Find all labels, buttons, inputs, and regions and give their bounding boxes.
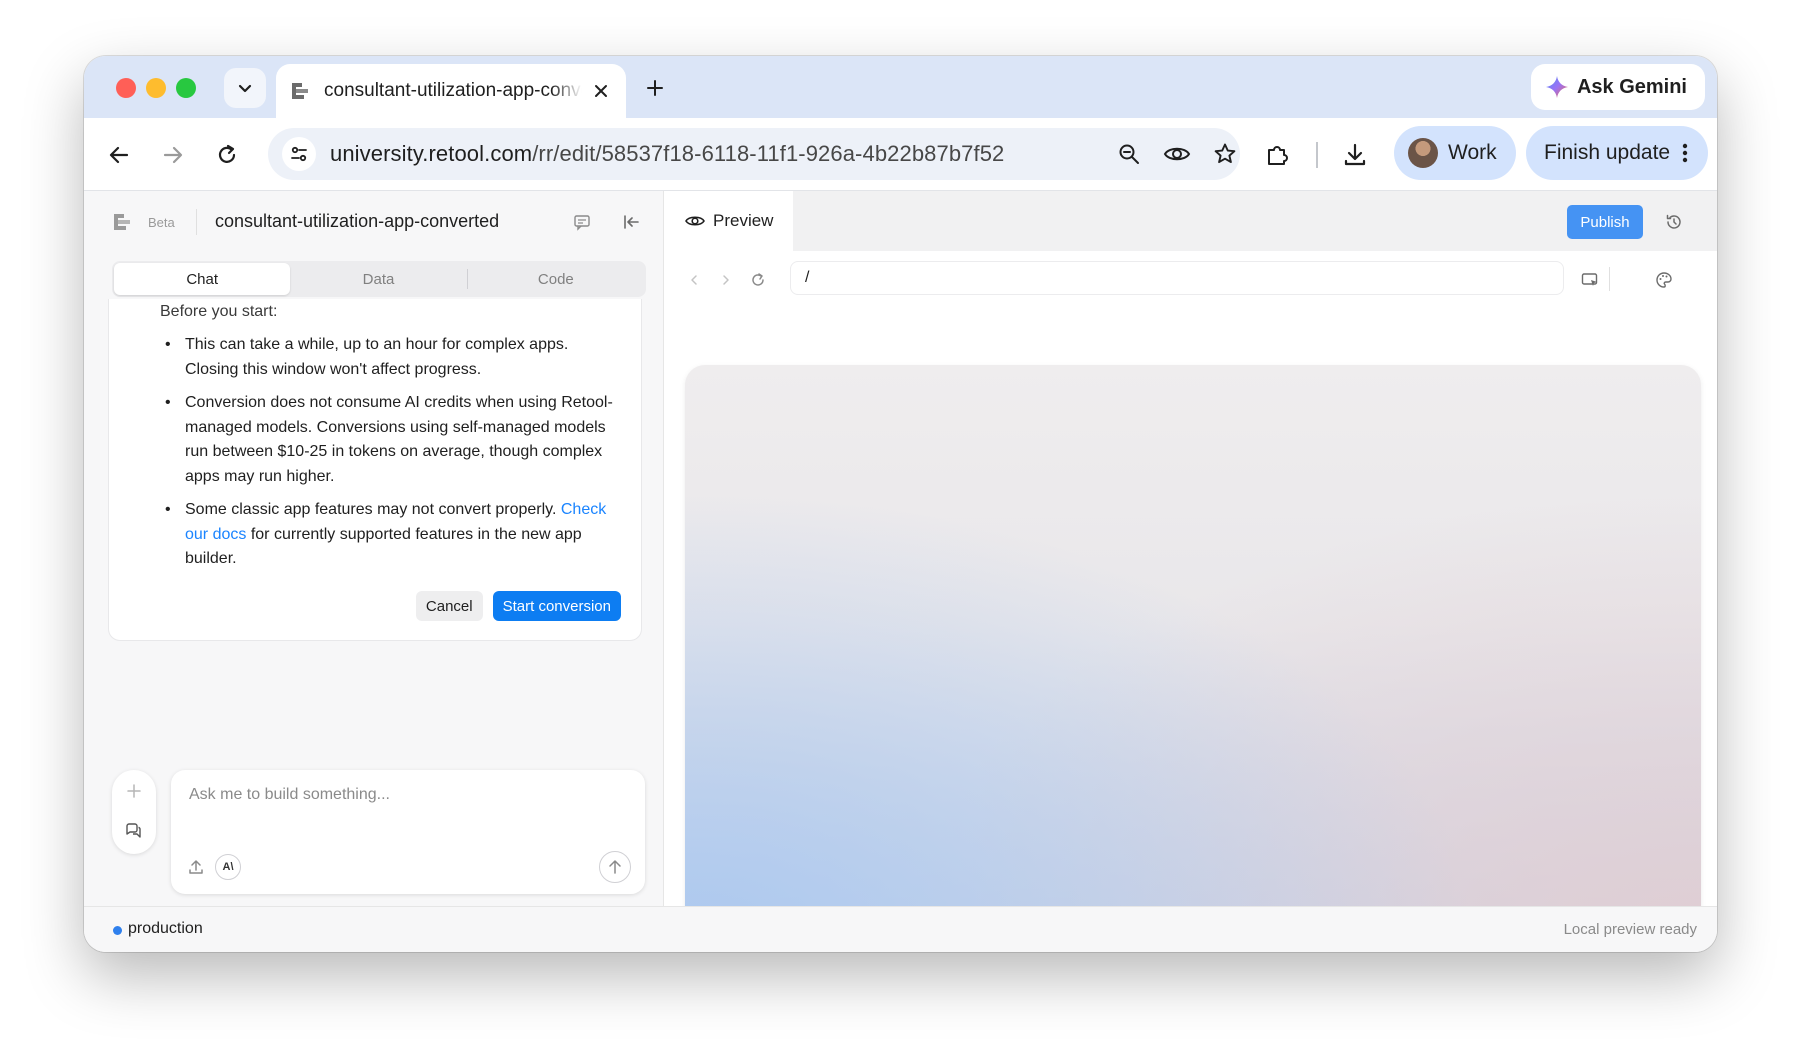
tab-preview[interactable]: Preview (665, 191, 793, 251)
ask-gemini-label: Ask Gemini (1576, 75, 1687, 98)
tab-search-button[interactable] (224, 68, 266, 108)
environment-status-dot (113, 926, 122, 935)
tab-title: consultant-utilization-app-converted (324, 80, 582, 101)
list-item-text: Some classic app features may not conver… (185, 501, 561, 518)
url-text: university.retool.com/rr/edit/58537f18-6… (330, 141, 1004, 167)
new-tab-icon[interactable] (642, 75, 668, 101)
eye-icon (685, 216, 705, 226)
preview-address-row: / (665, 251, 1717, 309)
retool-app: Beta consultant-utilization-app-converte… (84, 191, 1717, 952)
list-item: Conversion does not consume AI credits w… (161, 391, 621, 489)
composer-side-tools (112, 770, 156, 854)
card-heading: Before you start: (160, 303, 278, 320)
browser-toolbar: university.retool.com/rr/edit/58537f18-6… (84, 118, 1717, 191)
list-item: Some classic app features may not conver… (161, 498, 621, 572)
publish-button[interactable]: Publish (1567, 205, 1643, 239)
toolbar-separator (1316, 142, 1318, 168)
tab-chat[interactable]: Chat (114, 263, 291, 295)
send-arrow-icon[interactable] (599, 851, 631, 883)
address-bar[interactable]: university.retool.com/rr/edit/58537f18-6… (268, 128, 1240, 180)
extensions-puzzle-icon[interactable] (1262, 140, 1292, 170)
preview-tab-label: Preview (713, 211, 774, 230)
profile-label: Work (1448, 141, 1497, 164)
profile-button[interactable]: Work (1394, 126, 1516, 180)
preview-canvas[interactable] (685, 365, 1701, 942)
chat-composer[interactable]: Ask me to build something... A\ (171, 770, 645, 894)
upload-icon[interactable] (183, 854, 209, 880)
assistant-panel: Beta consultant-utilization-app-converte… (84, 191, 664, 906)
theme-palette-icon[interactable] (1655, 271, 1673, 289)
tab-data[interactable]: Data (290, 263, 466, 295)
preview-path-value: / (805, 269, 810, 286)
preview-back-icon[interactable] (685, 271, 703, 289)
preview-status-text: Local preview ready (1563, 921, 1697, 938)
minimize-window-button[interactable] (146, 78, 166, 98)
tab-code[interactable]: Code (468, 263, 644, 295)
environment-label[interactable]: production (128, 920, 203, 938)
bookmark-star-icon[interactable] (1210, 139, 1240, 169)
maximize-window-button[interactable] (176, 78, 196, 98)
preview-reload-icon[interactable] (749, 271, 767, 289)
url-host: university.retool.com (330, 141, 533, 166)
finish-update-label: Finish update (1544, 141, 1671, 164)
eye-icon[interactable] (1162, 139, 1192, 169)
gemini-sparkle-icon (1545, 76, 1568, 98)
model-selector-icon[interactable]: A\ (215, 854, 241, 880)
zoom-icon[interactable] (1114, 139, 1144, 169)
status-bar: production Local preview ready (84, 906, 1717, 952)
list-item: This can take a while, up to an hour for… (161, 333, 621, 382)
comment-icon[interactable] (571, 211, 593, 233)
close-tab-icon[interactable] (590, 80, 612, 102)
retool-favicon-icon (292, 83, 308, 99)
download-icon[interactable] (1340, 140, 1370, 170)
panel-tabs: Chat Data Code (112, 261, 646, 297)
more-vertical-icon (1682, 143, 1688, 163)
site-info-icon[interactable] (282, 137, 316, 171)
app-name: consultant-utilization-app-converted (215, 211, 500, 231)
start-conversion-button[interactable]: Start conversion (492, 591, 621, 621)
header-divider (196, 209, 197, 235)
cancel-button[interactable]: Cancel (415, 591, 483, 621)
close-window-button[interactable] (116, 78, 136, 98)
preview-header: Preview Publish (665, 191, 1717, 251)
inspect-icon[interactable] (1581, 271, 1599, 289)
history-icon[interactable] (1663, 211, 1685, 233)
finish-update-button[interactable]: Finish update (1526, 126, 1708, 180)
chat-history-icon[interactable] (123, 820, 145, 842)
card-actions: Cancel Start conversion (415, 591, 621, 621)
retool-logo-icon (114, 214, 130, 230)
collapse-panel-icon[interactable] (620, 211, 642, 233)
chevron-down-icon (238, 84, 252, 93)
beta-badge: Beta (148, 215, 175, 230)
browser-tab[interactable]: consultant-utilization-app-converted (276, 64, 626, 118)
browser-window: consultant-utilization-app-converted Ask… (84, 56, 1717, 952)
conversion-card: Before you start: This can take a while,… (108, 299, 642, 641)
back-arrow-icon[interactable] (104, 140, 134, 170)
title-bar: consultant-utilization-app-converted Ask… (84, 56, 1717, 118)
plus-icon[interactable] (123, 780, 145, 802)
avatar (1408, 138, 1438, 168)
composer-placeholder: Ask me to build something... (189, 786, 390, 803)
url-path: /rr/edit/58537f18-6118-11f1-926a-4b22b87… (532, 141, 1005, 166)
reload-icon[interactable] (212, 140, 242, 170)
preview-forward-icon[interactable] (717, 271, 735, 289)
conversion-notes: This can take a while, up to an hour for… (161, 333, 621, 581)
address-row-separator (1609, 267, 1610, 291)
preview-path-input[interactable]: / (790, 261, 1564, 295)
forward-arrow-icon[interactable] (158, 140, 188, 170)
ask-gemini-button[interactable]: Ask Gemini (1530, 64, 1705, 110)
